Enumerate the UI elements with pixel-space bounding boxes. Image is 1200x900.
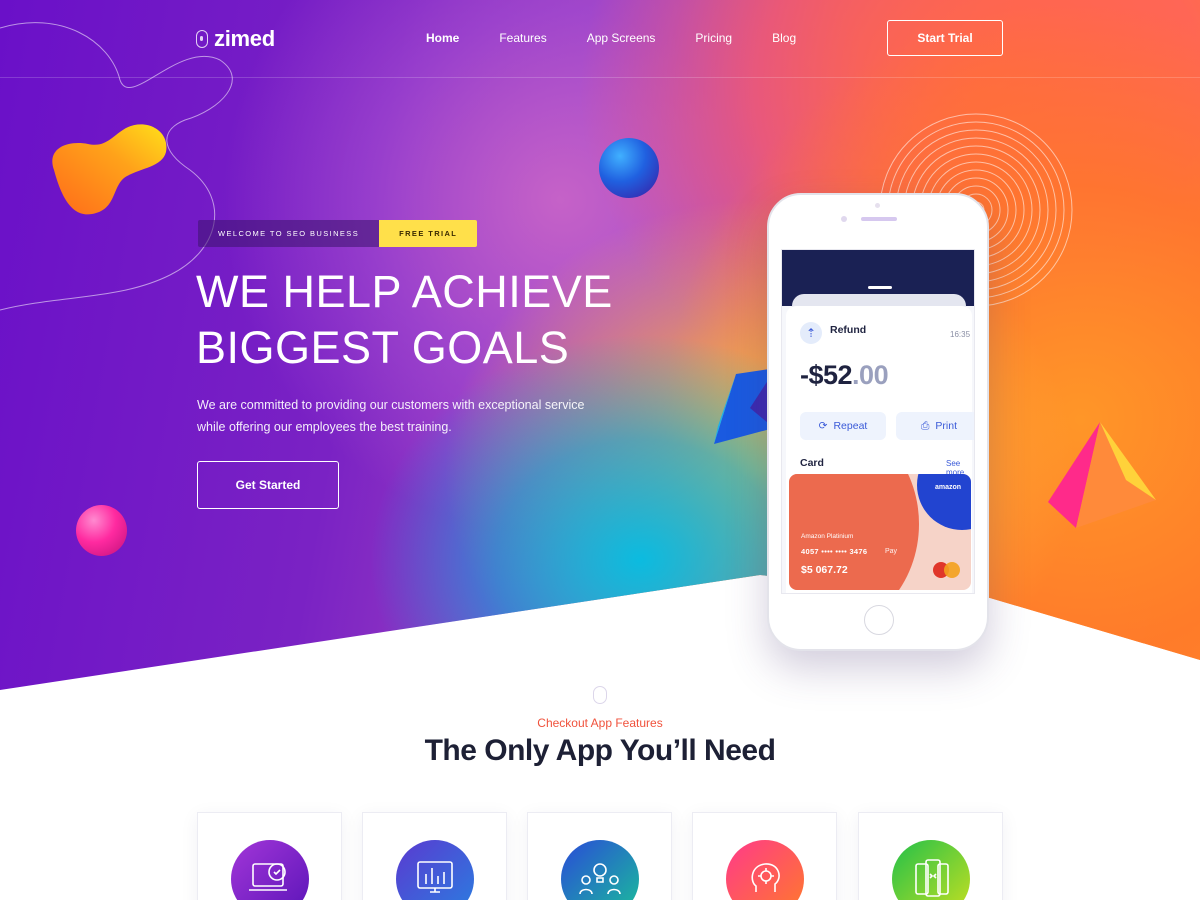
hero-title: WE HELP ACHIEVE BIGGEST GOALS — [196, 264, 716, 376]
phone-mockup: ⇡ Refund 16:35 -$52.00 ⟳ Repeat ⎙ Print … — [767, 193, 989, 651]
printer-icon: ⎙ — [921, 419, 930, 432]
features-title: The Only App You’ll Need — [424, 734, 776, 767]
hero-badge: WELCOME TO SEO BUSINESS FREE TRIAL — [198, 220, 478, 247]
get-started-button[interactable]: Get Started — [197, 461, 339, 509]
transaction-amount: -$52.00 — [800, 360, 889, 391]
card-number: 4057 •••• •••• 3476 — [801, 547, 868, 556]
main-nav: Home Features App Screens Pricing Blog — [426, 31, 836, 45]
nav-item-app-screens[interactable]: App Screens — [587, 31, 656, 45]
hero-title-line-2: BIGGEST GOALS — [196, 322, 570, 373]
logo-mouse-icon — [196, 30, 208, 48]
card-pay: Pay — [885, 548, 897, 555]
amount-main: -$52 — [800, 360, 853, 390]
feature-card-5[interactable] — [858, 812, 1003, 900]
transaction-time: 16:35 — [950, 330, 971, 339]
phone-speaker — [861, 217, 897, 221]
team-idea-icon — [561, 840, 639, 900]
repeat-button[interactable]: ⟳ Repeat — [800, 412, 886, 440]
repeat-label: Repeat — [833, 420, 868, 432]
blue-sphere-shape — [599, 138, 659, 198]
orange-blob-shape — [52, 124, 167, 215]
card-blue-shape — [917, 474, 971, 530]
amount-cents: .00 — [852, 360, 889, 390]
monitor-chart-icon — [396, 840, 474, 900]
phone-sensor — [875, 203, 880, 208]
feature-card-4[interactable] — [692, 812, 837, 900]
print-label: Print — [935, 420, 957, 432]
repeat-icon: ⟳ — [818, 420, 828, 432]
phone-home-button — [864, 605, 894, 635]
nav-item-features[interactable]: Features — [499, 31, 546, 45]
pink-sphere-shape — [76, 505, 127, 556]
feature-card-3[interactable] — [527, 812, 672, 900]
nav-item-home[interactable]: Home — [426, 31, 459, 45]
devices-icon — [231, 840, 309, 900]
badge-free-trial[interactable]: FREE TRIAL — [379, 220, 478, 247]
feature-card-1[interactable] — [197, 812, 342, 900]
mobile-apps-icon — [892, 840, 970, 900]
nav-item-blog[interactable]: Blog — [772, 31, 796, 45]
amazon-logo: amazon — [935, 484, 962, 491]
upload-arrow-icon: ⇡ — [800, 322, 822, 344]
hero-description: We are committed to providing our custom… — [197, 394, 597, 438]
brain-gear-icon — [726, 840, 804, 900]
refund-label: Refund — [830, 324, 867, 336]
card-section-label: Card — [800, 457, 824, 469]
feature-card-2[interactable] — [362, 812, 507, 900]
hero-title-line-1: WE HELP ACHIEVE — [196, 266, 613, 317]
start-trial-button[interactable]: Start Trial — [887, 20, 1003, 56]
card-pay-label: Pay — [885, 548, 898, 555]
print-button[interactable]: ⎙ Print — [896, 412, 974, 440]
hero-description-line-1: We are committed to providing our custom… — [197, 398, 585, 412]
brand-logo[interactable]: zimed — [196, 26, 275, 52]
mouse-scroll-icon — [593, 686, 607, 704]
pyramid-shape — [1048, 422, 1156, 528]
hero-description-line-2: while offering our employees the best tr… — [197, 420, 452, 434]
nav-item-pricing[interactable]: Pricing — [695, 31, 732, 45]
features-subtitle: Checkout App Features — [537, 716, 663, 730]
badge-welcome: WELCOME TO SEO BUSINESS — [198, 220, 380, 247]
brand-name: zimed — [214, 26, 275, 51]
payment-card[interactable]: amazon Amazon Platinium 4057 •••• •••• 3… — [789, 474, 971, 590]
card-name: Amazon Platinium — [801, 533, 854, 540]
card-balance: $5 067.72 — [801, 564, 848, 576]
phone-camera — [841, 216, 847, 222]
mastercard-icon — [933, 562, 961, 578]
